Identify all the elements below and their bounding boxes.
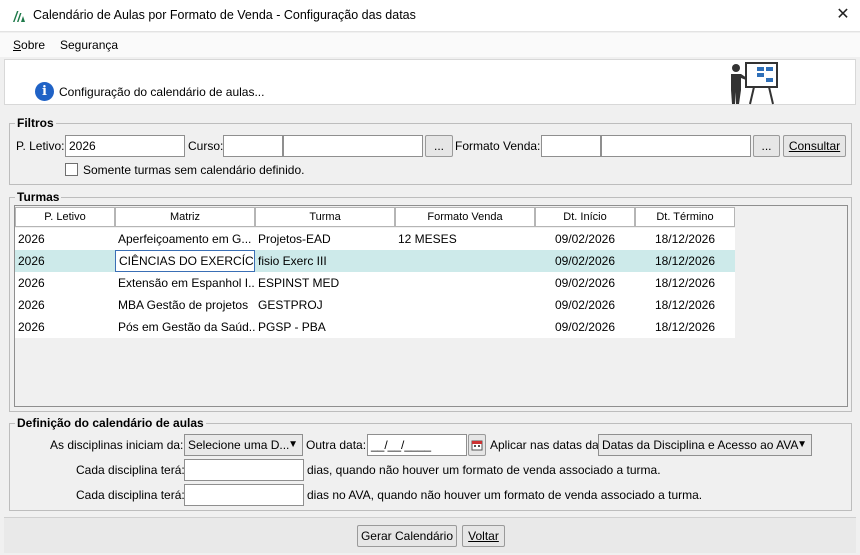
calendar-icon xyxy=(471,440,483,451)
cell-p-letivo: 2026 xyxy=(18,298,45,312)
cell-matriz: MBA Gestão de projetos xyxy=(118,298,249,312)
cell-dt-inicio: 09/02/2026 xyxy=(554,298,615,312)
table-row[interactable]: 2026 Pós em Gestão da Saúd... PGSP - PBA… xyxy=(15,316,735,338)
column-header-formato-venda[interactable]: Formato Venda xyxy=(395,207,535,227)
cell-p-letivo: 2026 xyxy=(18,254,45,268)
voltar-button[interactable]: Voltar xyxy=(462,525,505,547)
somente-turmas-label: Somente turmas sem calendário definido. xyxy=(83,163,305,177)
header-text: Configuração do calendário de aulas... xyxy=(59,85,265,99)
cell-dt-termino: 18/12/2026 xyxy=(654,298,715,312)
iniciam-select-value: Selecione uma D... xyxy=(188,438,290,452)
cell-dt-inicio: 09/02/2026 xyxy=(554,276,615,290)
column-header-matriz[interactable]: Matriz xyxy=(115,207,255,227)
menu-sobre-mnemonic: S xyxy=(13,38,22,52)
info-icon: i xyxy=(35,82,54,101)
column-header-dt-termino[interactable]: Dt. Término xyxy=(635,207,735,227)
cell-formato-venda xyxy=(395,272,535,294)
formato-browse-button[interactable]: ... xyxy=(753,135,780,157)
aplicar-select[interactable]: Datas da Disciplina e Acesso ao AVA ▼ xyxy=(598,434,812,456)
dias-ava-suffix: dias no AVA, quando não houver um format… xyxy=(307,488,703,502)
cell-matriz: CIÊNCIAS DO EXERCÍCI... xyxy=(115,250,255,272)
cell-dt-inicio: 09/02/2026 xyxy=(554,254,615,268)
cell-formato-venda xyxy=(395,316,535,338)
gerar-calendario-button[interactable]: Gerar Calendário xyxy=(357,525,457,547)
cell-turma: ESPINST MED xyxy=(258,276,340,290)
table-row[interactable]: 2026 Aperfeiçoamento em G... Projetos-EA… xyxy=(15,228,735,250)
dias-suffix: dias, quando não houver um formato de ve… xyxy=(307,463,661,477)
formato-venda-label: Formato Venda: xyxy=(455,139,541,153)
aplicar-label: Aplicar nas datas da: xyxy=(490,438,603,452)
chevron-down-icon: ▼ xyxy=(288,439,298,450)
p-letivo-input[interactable]: 2026 xyxy=(65,135,185,157)
menu-sobre-label: obre xyxy=(21,38,46,52)
outra-data-input[interactable]: __/__/____ xyxy=(367,434,467,456)
formato-name-input[interactable] xyxy=(601,135,751,157)
cell-turma: GESTPROJ xyxy=(258,298,323,312)
window-title: Calendário de Aulas por Formato de Venda… xyxy=(33,8,416,22)
cell-turma: Projetos-EAD xyxy=(258,232,331,246)
cell-dt-inicio: 09/02/2026 xyxy=(554,232,615,246)
cell-p-letivo: 2026 xyxy=(18,232,45,246)
cell-p-letivo: 2026 xyxy=(18,276,45,290)
cell-matriz: Aperfeiçoamento em G... xyxy=(118,232,252,246)
app-logo-icon xyxy=(13,11,25,22)
cell-p-letivo: 2026 xyxy=(18,320,45,334)
outra-data-label: Outra data: xyxy=(306,438,367,452)
cell-dt-termino: 18/12/2026 xyxy=(654,254,715,268)
cada-disciplina-ava-label: Cada disciplina terá: xyxy=(76,488,185,502)
turmas-legend: Turmas xyxy=(15,190,62,204)
table-row-selected[interactable]: 2026 CIÊNCIAS DO EXERCÍCI... fisio Exerc… xyxy=(15,250,735,272)
consultar-button[interactable]: Consultar xyxy=(783,135,846,157)
curso-label: Curso: xyxy=(188,139,224,153)
table-row[interactable]: 2026 Extensão em Espanhol I... ESPINST M… xyxy=(15,272,735,294)
cell-turma: fisio Exerc III xyxy=(258,254,327,268)
formato-code-input[interactable] xyxy=(541,135,601,157)
column-header-p-letivo[interactable]: P. Letivo xyxy=(15,207,115,227)
cell-dt-termino: 18/12/2026 xyxy=(654,320,715,334)
p-letivo-label: P. Letivo: xyxy=(16,139,65,153)
dias-input[interactable] xyxy=(184,459,304,481)
menu-bar xyxy=(0,33,860,57)
aplicar-select-value: Datas da Disciplina e Acesso ao AVA xyxy=(602,438,799,452)
curso-name-input[interactable] xyxy=(283,135,423,157)
curso-browse-button[interactable]: ... xyxy=(425,135,453,157)
iniciam-select[interactable]: Selecione uma D... ▼ xyxy=(184,434,303,456)
definicao-legend: Definição do calendário de aulas xyxy=(15,416,206,430)
close-button[interactable]: ✕ xyxy=(828,2,858,28)
column-header-dt-inicio[interactable]: Dt. Início xyxy=(535,207,635,227)
chevron-down-icon: ▼ xyxy=(797,439,807,450)
somente-turmas-checkbox[interactable] xyxy=(65,163,78,176)
cell-formato-venda xyxy=(395,294,535,316)
cell-turma: PGSP - PBA xyxy=(258,320,326,334)
cell-matriz: Pós em Gestão da Saúd... xyxy=(118,320,255,334)
column-header-turma[interactable]: Turma xyxy=(255,207,395,227)
iniciam-label: As disciplinas iniciam da: xyxy=(50,438,184,452)
table-row[interactable]: 2026 MBA Gestão de projetos GESTPROJ 09/… xyxy=(15,294,735,316)
cell-formato-venda: 12 MESES xyxy=(398,232,457,246)
cell-formato-venda xyxy=(395,250,535,272)
cell-matriz: Extensão em Espanhol I... xyxy=(118,276,255,290)
cada-disciplina-dias-label: Cada disciplina terá: xyxy=(76,463,185,477)
curso-code-input[interactable] xyxy=(223,135,283,157)
menu-seguranca[interactable]: Segurança xyxy=(60,38,118,52)
cell-dt-inicio: 09/02/2026 xyxy=(554,320,615,334)
dias-ava-input[interactable] xyxy=(184,484,304,506)
filtros-legend: Filtros xyxy=(15,116,56,130)
menu-sobre[interactable]: Sobre xyxy=(13,38,45,52)
calendar-button[interactable] xyxy=(468,434,486,456)
presentation-icon xyxy=(731,62,778,105)
cell-dt-termino: 18/12/2026 xyxy=(654,276,715,290)
cell-dt-termino: 18/12/2026 xyxy=(654,232,715,246)
